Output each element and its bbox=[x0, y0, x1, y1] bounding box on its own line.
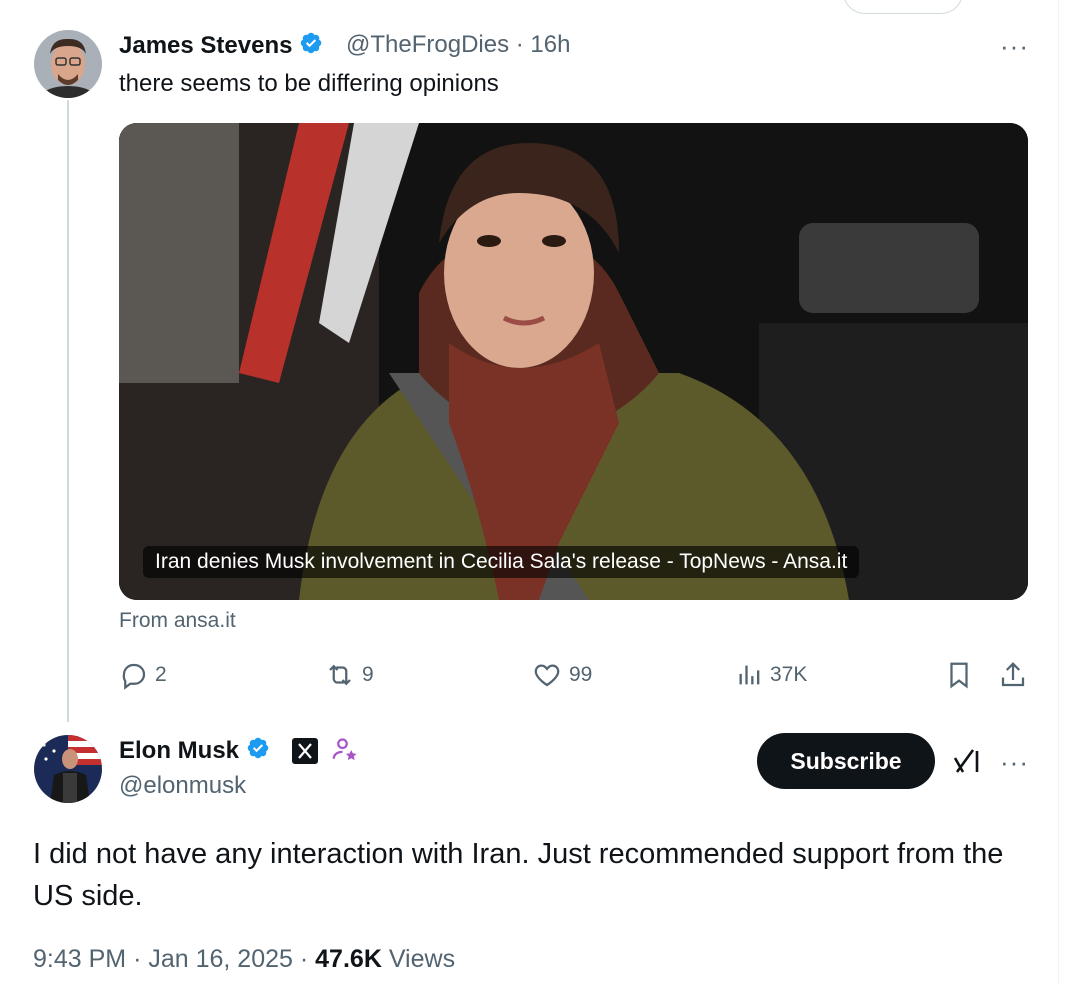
reply-count: 2 bbox=[155, 663, 167, 686]
views-count: 37K bbox=[770, 663, 808, 686]
share-icon bbox=[1001, 662, 1025, 687]
reply-author-name[interactable]: James Stevens bbox=[119, 31, 323, 62]
separator-dot: · bbox=[299, 945, 309, 973]
analytics-icon bbox=[739, 665, 760, 685]
repost-button[interactable]: 9 bbox=[324, 660, 374, 690]
reply-timestamp[interactable]: 16h bbox=[530, 31, 570, 58]
grok-icon[interactable] bbox=[951, 745, 983, 782]
top-pill-button[interactable] bbox=[843, 0, 963, 14]
creator-icon bbox=[330, 735, 360, 770]
more-icon[interactable]: ··· bbox=[1000, 33, 1029, 59]
avatar-elon-musk[interactable] bbox=[34, 735, 102, 803]
reply-handle[interactable]: @TheFrogDies bbox=[346, 31, 509, 58]
main-handle[interactable]: @elonmusk bbox=[119, 772, 246, 800]
tweet-date[interactable]: Jan 16, 2025 bbox=[148, 945, 293, 973]
tweet-time[interactable]: 9:43 PM bbox=[33, 945, 126, 973]
main-author-name-text: Elon Musk bbox=[119, 736, 240, 764]
views-label: Views bbox=[388, 945, 456, 973]
like-button[interactable]: 99 bbox=[531, 660, 592, 690]
verified-badge-icon bbox=[299, 31, 323, 62]
separator-dot: · bbox=[515, 31, 524, 58]
link-card-image[interactable]: Iran denies Musk involvement in Cecilia … bbox=[119, 123, 1028, 600]
news-photo bbox=[119, 123, 1028, 600]
link-source[interactable]: From ansa.it bbox=[119, 609, 236, 633]
more-icon[interactable]: ··· bbox=[1000, 749, 1029, 775]
reply-button[interactable]: 2 bbox=[119, 660, 167, 690]
reply-author-name-text: James Stevens bbox=[119, 31, 293, 59]
tweet-metadata: 9:43 PM · Jan 16, 2025 · 47.6K Views bbox=[33, 945, 455, 974]
avatar-james-stevens[interactable] bbox=[34, 30, 102, 98]
reply-icon bbox=[122, 663, 146, 690]
views-button[interactable]: 37K bbox=[736, 660, 807, 690]
bookmark-button[interactable] bbox=[944, 660, 974, 690]
link-card-title: Iran denies Musk involvement in Cecilia … bbox=[143, 546, 860, 578]
repost-icon bbox=[329, 664, 351, 686]
share-button[interactable] bbox=[998, 660, 1028, 690]
reply-handle-time: @TheFrogDies · 16h bbox=[346, 31, 570, 59]
verified-badge-icon bbox=[246, 736, 270, 767]
reply-tweet-text: there seems to be differing opinions bbox=[119, 70, 499, 97]
repost-count: 9 bbox=[362, 663, 374, 686]
heart-icon bbox=[534, 664, 560, 687]
views-count: 47.6K bbox=[315, 945, 382, 973]
x-logo-icon[interactable] bbox=[292, 738, 318, 769]
main-author-name[interactable]: Elon Musk bbox=[119, 736, 270, 767]
separator-dot: · bbox=[133, 945, 142, 973]
bookmark-icon bbox=[950, 662, 968, 689]
thread-connector-line bbox=[67, 100, 69, 722]
main-tweet-text: I did not have any interaction with Iran… bbox=[33, 838, 1004, 912]
subscribe-button[interactable]: Subscribe bbox=[757, 733, 935, 789]
like-count: 99 bbox=[569, 663, 593, 686]
